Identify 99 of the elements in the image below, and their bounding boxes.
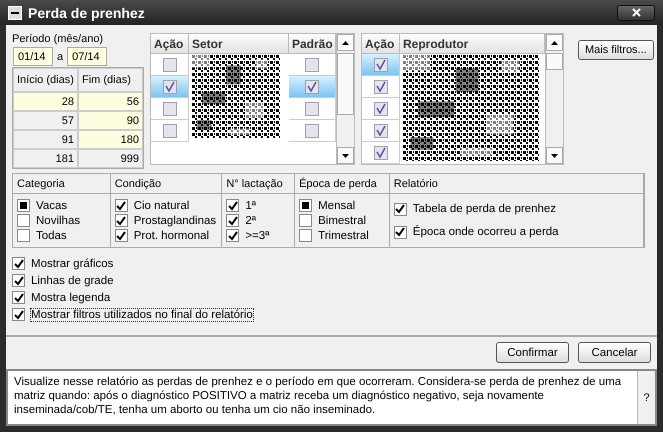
group-header: N° lactação xyxy=(222,174,294,194)
confirm-button[interactable]: Confirmar xyxy=(496,342,569,363)
checkbox[interactable] xyxy=(374,58,388,72)
arrow-up-icon[interactable] xyxy=(342,40,349,44)
option-label[interactable]: Trimestral xyxy=(318,230,369,242)
column-header[interactable]: Ação xyxy=(362,34,400,54)
checkbox[interactable] xyxy=(226,214,240,227)
table-row-cell[interactable] xyxy=(362,120,400,142)
radio-button[interactable] xyxy=(299,229,312,242)
table-row-cell[interactable] xyxy=(362,54,400,76)
option-label[interactable]: Mostra legenda xyxy=(31,292,110,304)
group-header: Condição xyxy=(110,174,222,194)
checkbox[interactable] xyxy=(374,102,388,116)
option-label[interactable]: Cio natural xyxy=(134,200,190,212)
table-cell[interactable]: 999 xyxy=(78,149,143,168)
radio-button[interactable] xyxy=(17,229,30,242)
table-row-cell[interactable] xyxy=(362,142,400,164)
radio-button[interactable] xyxy=(299,214,312,227)
checkbox[interactable] xyxy=(394,202,407,216)
option-label[interactable]: Tabela de perda de prenhez xyxy=(412,203,556,215)
checkbox[interactable] xyxy=(162,80,176,94)
table-cell[interactable]: 91 xyxy=(13,130,78,149)
option-label[interactable]: Linhas de grade xyxy=(31,274,114,286)
option-label[interactable]: 2ª xyxy=(245,214,256,226)
checkbox[interactable] xyxy=(162,102,176,116)
more-filters-button[interactable]: Mais filtros... xyxy=(578,40,654,60)
checkbox[interactable] xyxy=(162,124,176,138)
checkbox[interactable] xyxy=(305,124,319,138)
close-icon xyxy=(632,8,640,17)
group-header: Categoria xyxy=(13,174,110,194)
period-label: Período (mês/ano) xyxy=(12,33,104,46)
checkbox[interactable] xyxy=(305,58,319,72)
option-label[interactable]: Mostrar gráficos xyxy=(31,258,114,270)
table-cell[interactable]: 181 xyxy=(13,149,78,168)
minimize-icon[interactable] xyxy=(8,6,22,20)
checkbox[interactable] xyxy=(12,291,25,304)
checkbox[interactable] xyxy=(305,80,319,94)
checkbox[interactable] xyxy=(12,274,25,287)
scrollbar[interactable] xyxy=(336,34,354,164)
table-row-cell[interactable] xyxy=(362,98,400,120)
radio-button[interactable] xyxy=(17,199,30,212)
table-row-cell[interactable] xyxy=(151,120,189,142)
separator-label: a xyxy=(57,50,64,62)
help-text: Visualize nesse relatório as perdas de prenhez e o período em que ocorreram. Considera-se perda de prenhez de uma matriz quando: após o diagnóstico POSITIVO a matriz receba um diagnóstico negativo, seja novamente inseminada/cob/TE, tenha um aborto ou tenha um cio não inseminado. xyxy=(13,375,622,418)
arrow-down-icon[interactable] xyxy=(342,154,349,158)
radio-button[interactable] xyxy=(299,199,312,212)
column-header[interactable]: Reprodutor xyxy=(400,34,545,54)
option-label[interactable]: Prot. hormonal xyxy=(134,230,210,242)
column-header[interactable]: Setor xyxy=(189,34,289,54)
option-label[interactable]: Época onde ocorreu a perda xyxy=(412,226,559,238)
option-label[interactable]: Todas xyxy=(36,230,67,242)
table-cell[interactable]: 180 xyxy=(78,130,143,149)
scrollbar-thumb[interactable] xyxy=(546,53,563,70)
help-button[interactable]: ? xyxy=(637,371,655,424)
table-row-cell[interactable] xyxy=(362,76,400,98)
option-label[interactable]: >=3ª xyxy=(245,230,270,242)
group-header: Relatório xyxy=(390,174,643,194)
arrow-up-icon[interactable] xyxy=(551,40,558,44)
table-cell[interactable]: 28 xyxy=(13,92,78,111)
scrollbar[interactable] xyxy=(545,34,563,164)
table-cell[interactable]: 57 xyxy=(13,111,78,130)
option-label[interactable]: Bimestral xyxy=(318,214,366,226)
table-cell[interactable]: 90 xyxy=(78,111,143,130)
checkbox[interactable] xyxy=(12,257,25,270)
checkbox[interactable] xyxy=(226,229,240,242)
close-button[interactable] xyxy=(617,4,655,20)
checkbox[interactable] xyxy=(226,199,240,212)
column-header[interactable]: Ação xyxy=(151,34,189,54)
checkbox[interactable] xyxy=(305,102,319,116)
option-label[interactable]: Vacas xyxy=(36,200,68,212)
checkbox[interactable] xyxy=(114,199,128,212)
table-cell[interactable]: 56 xyxy=(78,92,143,111)
radio-button[interactable] xyxy=(17,214,30,227)
column-header: Fim (dias) xyxy=(78,68,143,92)
cancel-button[interactable]: Cancelar xyxy=(578,342,651,363)
table-row-cell[interactable] xyxy=(151,98,189,120)
option-label[interactable]: 1ª xyxy=(245,200,256,212)
option-label[interactable]: Mensal xyxy=(318,200,356,212)
scrollbar-thumb[interactable] xyxy=(337,53,354,115)
checkbox[interactable] xyxy=(374,124,388,138)
checkbox[interactable] xyxy=(394,226,407,238)
checkbox[interactable] xyxy=(374,146,388,160)
checkbox[interactable] xyxy=(162,58,176,72)
checkbox[interactable] xyxy=(114,229,128,242)
column-header: Início (dias) xyxy=(13,68,78,92)
end-field[interactable]: 07/14 xyxy=(67,47,108,66)
group-header: Época de perda xyxy=(295,174,389,194)
option-label[interactable]: Mostrar filtros utilizados no final do relatório xyxy=(31,308,253,320)
checkbox[interactable] xyxy=(12,308,25,321)
column-header[interactable]: Padrão xyxy=(289,34,336,54)
checkbox[interactable] xyxy=(374,80,388,94)
option-label[interactable]: Novilhas xyxy=(36,214,80,226)
table-row-cell[interactable] xyxy=(151,54,189,76)
arrow-down-icon[interactable] xyxy=(551,154,558,158)
option-label[interactable]: Prostaglandinas xyxy=(134,214,216,226)
start-field[interactable]: 01/14 xyxy=(13,47,53,66)
window-title: Perda de prenhez xyxy=(28,4,146,20)
table-row-cell[interactable] xyxy=(151,76,189,98)
checkbox[interactable] xyxy=(114,214,128,227)
